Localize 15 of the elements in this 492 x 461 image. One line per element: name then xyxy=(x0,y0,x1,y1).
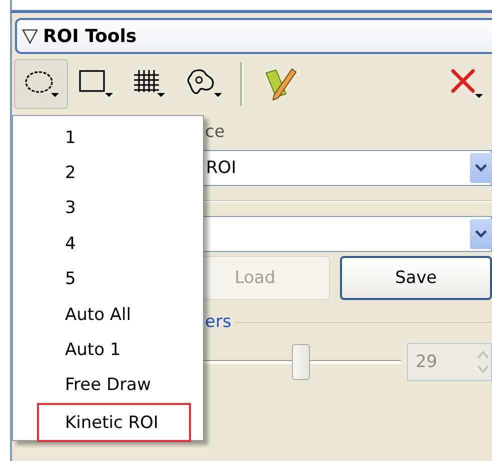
menu-item[interactable]: 3 xyxy=(37,190,191,226)
chevron-down-icon xyxy=(474,163,488,173)
save-button[interactable]: Save xyxy=(340,256,492,300)
panel-header[interactable]: ROI Tools xyxy=(15,18,492,54)
group-label: ers xyxy=(205,312,232,332)
slider-thumb[interactable] xyxy=(292,344,310,380)
spinbox-value: 29 xyxy=(416,352,438,372)
menu-item[interactable]: Kinetic ROI xyxy=(37,403,191,442)
collapse-triangle-icon[interactable] xyxy=(21,27,39,45)
menu-item[interactable]: Auto 1 xyxy=(37,332,191,368)
menu-item[interactable]: Free Draw xyxy=(37,368,191,404)
panel-title: ROI Tools xyxy=(43,26,137,46)
chevron-down-icon xyxy=(474,229,488,239)
section-label: ce xyxy=(205,122,225,142)
ellipse-tool-button[interactable] xyxy=(14,59,68,109)
